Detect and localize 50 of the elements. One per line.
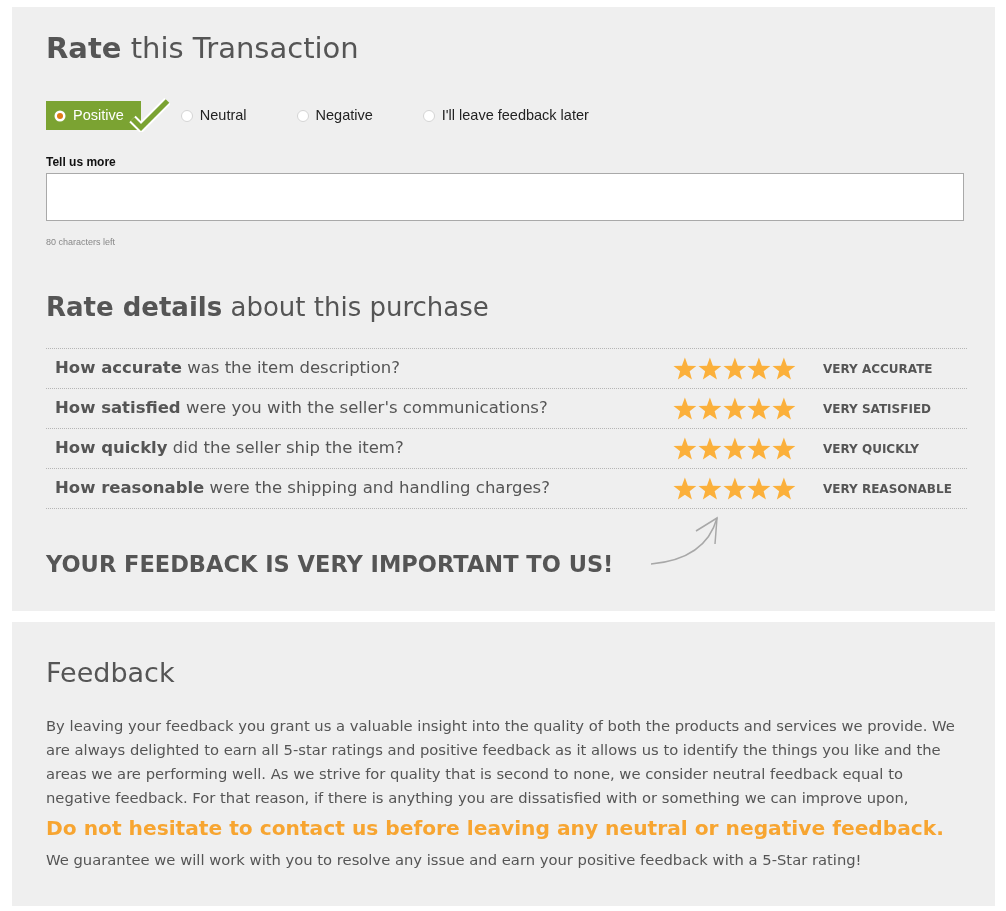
star-icon [673,356,697,381]
highlight-text: Do not hesitate to contact us before leaving any neutral or negative feedback. [46,815,944,842]
rating-option[interactable]: I'll leave feedback later [422,101,599,130]
star-icon [673,436,697,461]
radio-icon [422,109,435,122]
question-text: How reasonable were the shipping and handling charges? [55,478,550,498]
rating-label: VERY ACCURATE [823,361,933,376]
section-title: Rate this Transaction [46,31,359,65]
star-rating[interactable] [673,396,796,421]
section-title: Feedback [46,656,175,690]
question-text: How satisfied were you with the seller's communications? [55,398,548,418]
star-rating[interactable] [673,436,796,461]
radio-icon [296,109,309,122]
check-icon [128,98,170,132]
star-rating[interactable] [673,476,796,501]
callout-text: YOUR FEEDBACK IS VERY IMPORTANT TO US! [46,550,614,579]
comment-field[interactable] [46,173,964,221]
star-icon [772,356,796,381]
rating-label: VERY SATISFIED [823,401,932,416]
star-icon [772,476,796,501]
rating-label: VERY QUICKLY [823,441,919,456]
radio-icon [180,109,193,122]
star-icon [673,396,697,421]
star-icon [697,476,722,501]
field-label: Tell us more [46,155,116,169]
question-text: How quickly did the seller ship the item? [55,438,404,458]
rating-label: VERY REASONABLE [823,481,952,496]
star-icon [722,356,747,381]
radio-icon [54,109,66,122]
star-icon [772,396,796,421]
question-text: How accurate was the item description? [55,358,400,378]
star-icon [722,436,747,461]
star-icon [747,436,772,461]
star-icon [722,396,747,421]
star-icon [747,476,772,501]
star-icon [697,436,722,461]
star-icon [697,356,722,381]
star-icon [697,396,722,421]
rating-option[interactable]: Negative [296,101,383,130]
star-icon [747,356,772,381]
rating-option[interactable]: Neutral [180,101,257,130]
body-text: By leaving your feedback you grant us a valuable insight into the quality of both the products and services we provide. We are always delighted to earn all 5-star ratings and positive feedback as it allows us to identify the things you like and the areas we are performing well. As we strive for quality that is second to none, we consider neutral feedback equal to negative feedback. For that reason, if there is anything you are dissatisfied with or something we can improve upon, [46,716,956,808]
character-counter: 80 characters left [46,236,116,248]
body-text: We guarantee we will work with you to resolve any issue and earn your positive feedback with a 5-Star rating! [46,850,863,870]
star-icon [722,476,747,501]
star-rating[interactable] [673,356,796,381]
star-icon [673,476,697,501]
section-title: Rate details about this purchase [46,291,489,324]
star-icon [747,396,772,421]
star-icon [772,436,796,461]
